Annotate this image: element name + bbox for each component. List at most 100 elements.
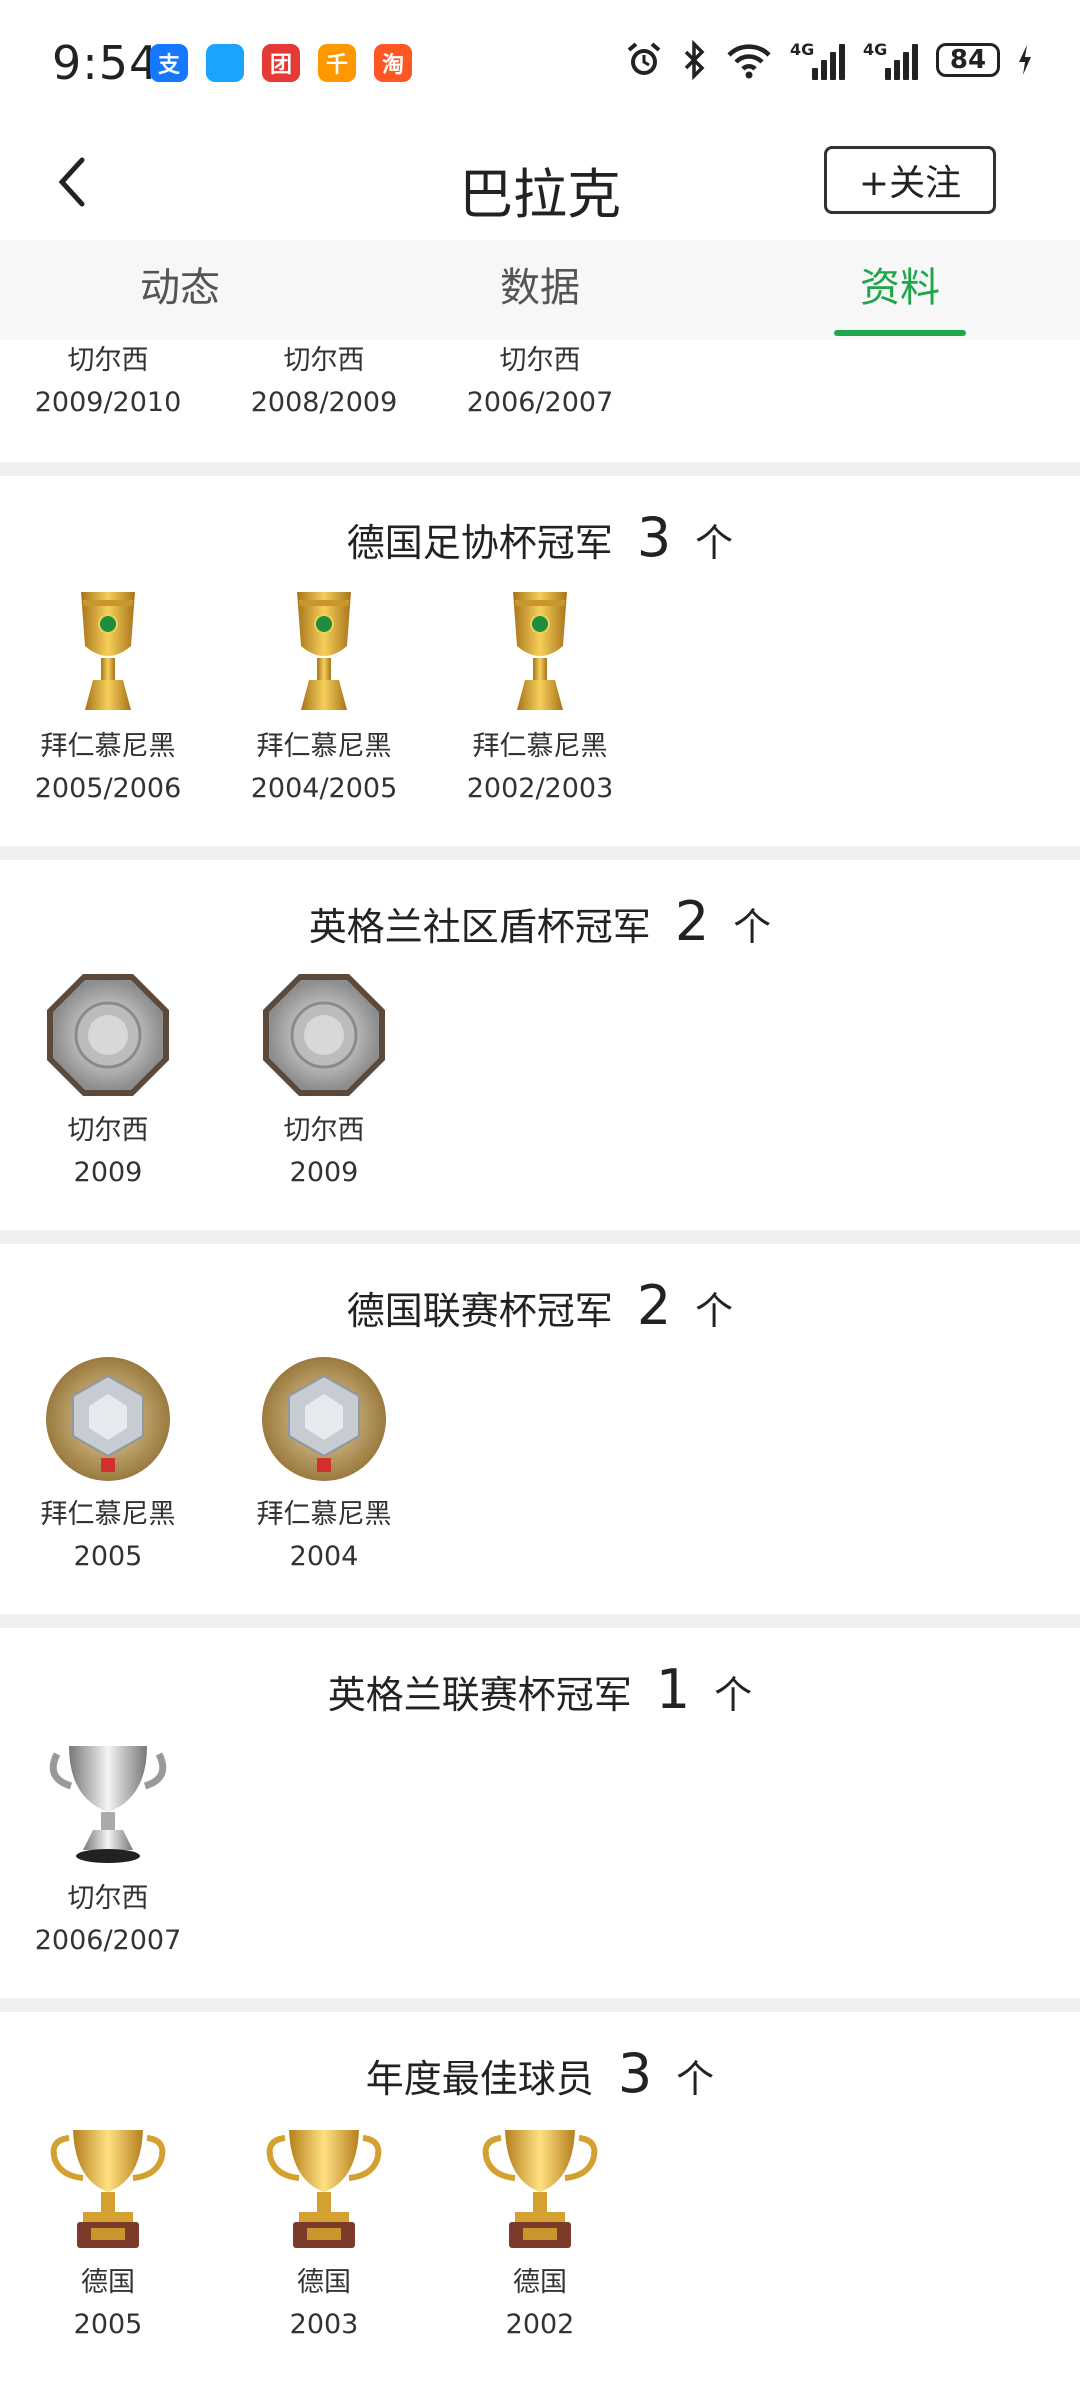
section-unit: 个	[676, 2057, 715, 2101]
notification-icons: 支 团千淘	[150, 44, 412, 82]
honor-items: 切尔西 2009/2010 切尔西 2008/2009 切尔西 2006/2007	[0, 338, 648, 418]
gold-cup-icon	[482, 2130, 598, 2248]
section-title: 英格兰社区盾杯冠军	[308, 905, 651, 949]
section-header: 英格兰社区盾杯冠军 2 个	[0, 890, 1080, 953]
app-red-icon: 团	[262, 44, 300, 82]
tab-2[interactable]: 资料	[720, 240, 1080, 340]
battery-icon: 84	[936, 43, 1000, 77]
section-title: 英格兰联赛杯冠军	[327, 1673, 632, 1717]
honor-season: 2004/2005	[250, 773, 398, 804]
honor-item: 切尔西 2009	[216, 970, 432, 1188]
honor-team: 切尔西	[67, 1883, 149, 1914]
community-shield-icon	[263, 974, 385, 1096]
system-icons: 4G 4G 84	[624, 40, 1032, 80]
honor-season: 2009	[73, 1157, 143, 1188]
honor-team: 拜仁慕尼黑	[472, 731, 608, 762]
honor-item: 拜仁慕尼黑 2005/2006	[0, 586, 216, 804]
follow-button[interactable]: +关注	[824, 146, 996, 214]
honor-team: 拜仁慕尼黑	[256, 731, 392, 762]
alarm-icon	[627, 42, 661, 75]
section-unit: 个	[733, 905, 772, 949]
honor-season: 2005	[73, 2309, 143, 2340]
honor-item: 德国 2005	[0, 2122, 216, 2340]
honor-season: 2006/2007	[34, 1925, 182, 1956]
honor-team: 拜仁慕尼黑	[40, 1499, 176, 1530]
section-count: 2	[636, 1274, 672, 1337]
status-bar: 9:54 支 团千淘 4G 4G 84	[0, 0, 1080, 130]
ligapokal-icon	[46, 1357, 170, 1481]
honor-section: 德国足协杯冠军 3 个拜仁慕尼黑 2005/2006 拜仁慕尼黑 2004/2005 拜仁慕…	[0, 476, 1080, 846]
honor-team: 切尔西	[499, 345, 581, 376]
honor-team: 拜仁慕尼黑	[256, 1499, 392, 1530]
cell-signal-2-icon: 4G	[863, 40, 918, 80]
honor-season: 2003	[289, 2309, 359, 2340]
section-title: 年度最佳球员	[365, 2057, 594, 2101]
page-header: 巴拉克 +关注	[0, 130, 1080, 240]
message-icon	[206, 44, 244, 82]
honor-item: 切尔西 2009/2010	[0, 338, 216, 418]
league-cup-icon	[49, 1746, 167, 1863]
gold-cup-icon	[266, 2130, 382, 2248]
honor-items: 拜仁慕尼黑 2005/2006 拜仁慕尼黑 2004/2005 拜仁慕尼黑 2002/20…	[0, 586, 648, 804]
honor-item: 德国 2003	[216, 2122, 432, 2340]
section-count: 2	[674, 890, 710, 953]
taobao-icon: 淘	[374, 44, 412, 82]
honors-list: 切尔西 2009/2010 切尔西 2008/2009 切尔西 2006/2007 德国足…	[0, 340, 1080, 2382]
honor-team: 切尔西	[283, 1115, 365, 1146]
honor-team: 德国	[513, 2267, 567, 2298]
honor-season: 2002	[505, 2309, 575, 2340]
section-header: 英格兰联赛杯冠军 1 个	[0, 1658, 1080, 1721]
section-header: 德国足协杯冠军 3 个	[0, 506, 1080, 569]
ligapokal-icon	[262, 1357, 386, 1481]
honor-team: 德国	[81, 2267, 135, 2298]
tab-bar: 动态 数据 资料	[0, 240, 1080, 340]
dfb-pokal-icon	[81, 592, 135, 710]
gold-cup-icon	[50, 2130, 166, 2248]
honor-item: 切尔西 2006/2007	[432, 338, 648, 418]
section-unit: 个	[714, 1673, 753, 1717]
honor-season: 2004	[289, 1541, 359, 1572]
honor-season: 2009/2010	[34, 387, 182, 418]
section-header: 德国联赛杯冠军 2 个	[0, 1274, 1080, 1337]
honor-section: 英格兰社区盾杯冠军 2 个切尔西 2009 切尔西 2009	[0, 860, 1080, 1230]
status-time: 9:54	[52, 36, 160, 90]
section-unit: 个	[695, 521, 734, 565]
section-count: 1	[655, 1658, 691, 1721]
section-separator	[0, 1614, 1080, 1628]
charging-icon	[1019, 45, 1031, 75]
honor-item: 德国 2002	[432, 2122, 648, 2340]
section-header: 年度最佳球员 3 个	[0, 2042, 1080, 2105]
honor-season: 2006/2007	[466, 387, 614, 418]
tab-0[interactable]: 动态	[0, 240, 360, 340]
honor-team: 德国	[297, 2267, 351, 2298]
honor-item: 切尔西 2008/2009	[216, 338, 432, 418]
section-count: 3	[617, 2042, 653, 2105]
partial-honor-section: 切尔西 2009/2010 切尔西 2008/2009 切尔西 2006/2007	[0, 340, 1080, 462]
honor-season: 2005/2006	[34, 773, 182, 804]
honor-item: 切尔西 2009	[0, 970, 216, 1188]
app-multicolor-icon: 千	[318, 44, 356, 82]
honor-item: 拜仁慕尼黑 2002/2003	[432, 586, 648, 804]
honor-team: 切尔西	[67, 345, 149, 376]
tab-1[interactable]: 数据	[360, 240, 720, 340]
honor-section: 英格兰联赛杯冠军 1 个切尔西 2006/2007	[0, 1628, 1080, 1998]
honor-items: 切尔西 2006/2007	[0, 1738, 216, 1956]
community-shield-icon	[47, 974, 169, 1096]
honor-section: 德国联赛杯冠军 2 个拜仁慕尼黑 2005 拜仁慕尼黑 2004	[0, 1244, 1080, 1614]
honor-item: 切尔西 2006/2007	[0, 1738, 216, 1956]
section-separator	[0, 462, 1080, 476]
honor-items: 拜仁慕尼黑 2005 拜仁慕尼黑 2004	[0, 1354, 432, 1572]
honor-season: 2002/2003	[466, 773, 614, 804]
section-separator	[0, 846, 1080, 860]
honor-items: 切尔西 2009 切尔西 2009	[0, 970, 432, 1188]
section-separator	[0, 1230, 1080, 1244]
section-separator	[0, 1998, 1080, 2012]
honor-item: 拜仁慕尼黑 2004	[216, 1354, 432, 1572]
honor-team: 切尔西	[67, 1115, 149, 1146]
section-unit: 个	[695, 1289, 734, 1333]
honor-items: 德国 2005 德国 2003 德国 2002	[0, 2122, 648, 2340]
dfb-pokal-icon	[297, 592, 351, 710]
honor-item: 拜仁慕尼黑 2005	[0, 1354, 216, 1572]
honor-season: 2005	[73, 1541, 143, 1572]
wifi-icon	[727, 44, 771, 79]
